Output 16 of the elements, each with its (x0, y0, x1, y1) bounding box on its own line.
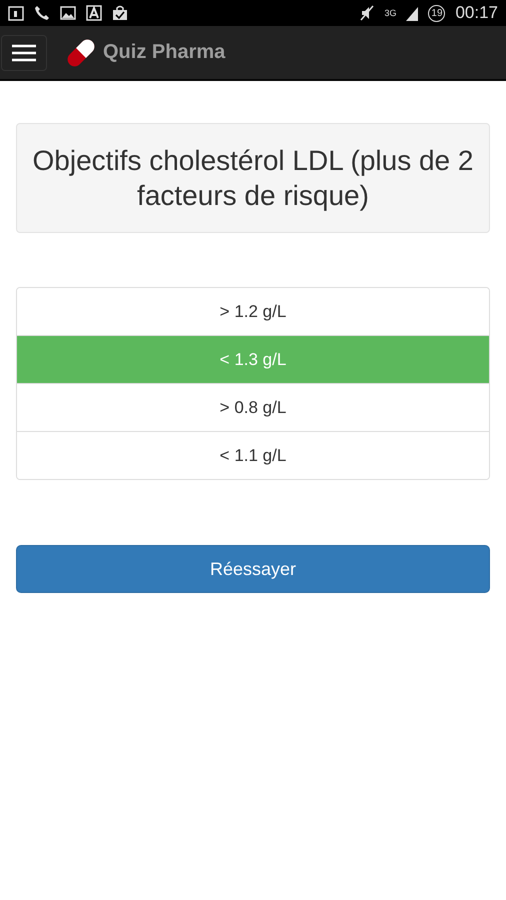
retry-button[interactable]: Réessayer (16, 545, 490, 593)
battery-level-badge: 19 (428, 4, 446, 22)
answer-option[interactable]: < 1.1 g/L (17, 431, 489, 479)
calendar-icon (8, 5, 24, 21)
clock-time: 00:17 (455, 3, 498, 23)
menu-icon (12, 44, 36, 62)
app-title: Quiz Pharma (103, 41, 226, 64)
question-title: Objectifs cholestérol LDL (plus de 2 facteurs de risque) (16, 123, 490, 233)
menu-button[interactable] (1, 34, 47, 70)
font-icon (86, 5, 102, 21)
image-icon (60, 5, 76, 21)
signal-icon (406, 5, 418, 21)
muted-speaker-icon (360, 5, 374, 21)
network-type: 3G (384, 8, 396, 18)
shopping-bag-icon (112, 5, 128, 21)
phone-icon (34, 5, 50, 21)
